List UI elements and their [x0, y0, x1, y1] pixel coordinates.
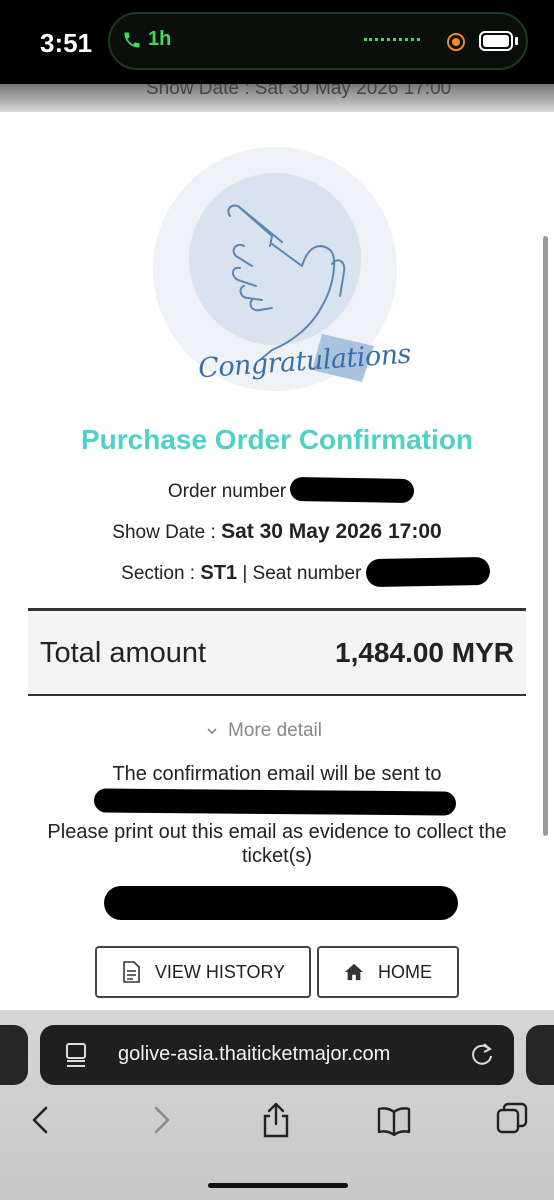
home-icon	[344, 963, 364, 981]
print-instruction: Please print out this email as evidence …	[47, 821, 507, 867]
redaction-mark	[93, 788, 457, 816]
confirmation-text: The confirmation email will be sent to	[112, 763, 442, 785]
redaction-mark	[104, 886, 458, 920]
chevron-down-icon	[207, 728, 217, 735]
page-title: Purchase Order Confirmation	[80, 424, 474, 455]
show-date-row: Show Date : Sat 30 May 2026 17:00	[0, 520, 554, 544]
back-icon[interactable]	[24, 1100, 60, 1140]
next-tab-peek[interactable]	[526, 1025, 554, 1085]
audio-waveform-icon	[364, 38, 420, 42]
call-indicator[interactable]: 1h	[122, 28, 171, 51]
tabs-icon[interactable]	[494, 1100, 530, 1140]
reload-icon[interactable]	[468, 1040, 496, 1068]
url-text[interactable]: golive-asia.thaiticketmajor.com	[118, 1043, 390, 1066]
sticky-header-strip: Show Date : Sat 30 May 2026 17:00	[0, 84, 554, 112]
total-label: Total amount	[40, 637, 207, 669]
show-date-value: Sat 30 May 2026 17:00	[221, 520, 442, 543]
clock: 3:51	[40, 28, 93, 58]
mic-indicator-icon	[447, 33, 465, 51]
more-detail-label: More detail	[228, 720, 322, 741]
phone-icon	[124, 32, 140, 47]
battery-icon	[479, 31, 513, 51]
view-history-label: VIEW HISTORY	[154, 961, 286, 982]
order-number-row: Order number	[0, 481, 504, 503]
share-icon[interactable]	[258, 1100, 294, 1140]
show-date-label: Show Date :	[112, 522, 222, 543]
page-menu-icon[interactable]	[64, 1041, 88, 1069]
home-indicator[interactable]	[208, 1183, 348, 1188]
call-duration: 1h	[148, 28, 172, 50]
redaction-mark	[365, 556, 491, 588]
battery-tip	[515, 37, 518, 45]
home-label: HOME	[378, 961, 432, 982]
section-label: Section :	[121, 563, 201, 584]
total-amount-box: Total amount 1,484.00 MYR	[28, 608, 526, 696]
document-icon	[123, 961, 140, 983]
home-button[interactable]: HOME	[317, 946, 459, 998]
forward-icon[interactable]	[142, 1100, 178, 1140]
view-history-button[interactable]: VIEW HISTORY	[95, 946, 311, 998]
bookmarks-icon[interactable]	[376, 1100, 412, 1140]
sticky-show-date: Show Date : Sat 30 May 2026 17:00	[146, 84, 452, 99]
status-bar: 3:51 1h	[0, 0, 554, 84]
total-value: 1,484.00 MYR	[335, 637, 514, 668]
more-detail-toggle[interactable]: More detail	[206, 720, 322, 742]
redaction-mark	[289, 476, 415, 504]
section-value: ST1	[200, 562, 238, 584]
order-number-label: Order number	[167, 481, 287, 502]
seat-label: | Seat number :	[237, 563, 377, 584]
previous-tab-peek[interactable]	[0, 1025, 28, 1085]
